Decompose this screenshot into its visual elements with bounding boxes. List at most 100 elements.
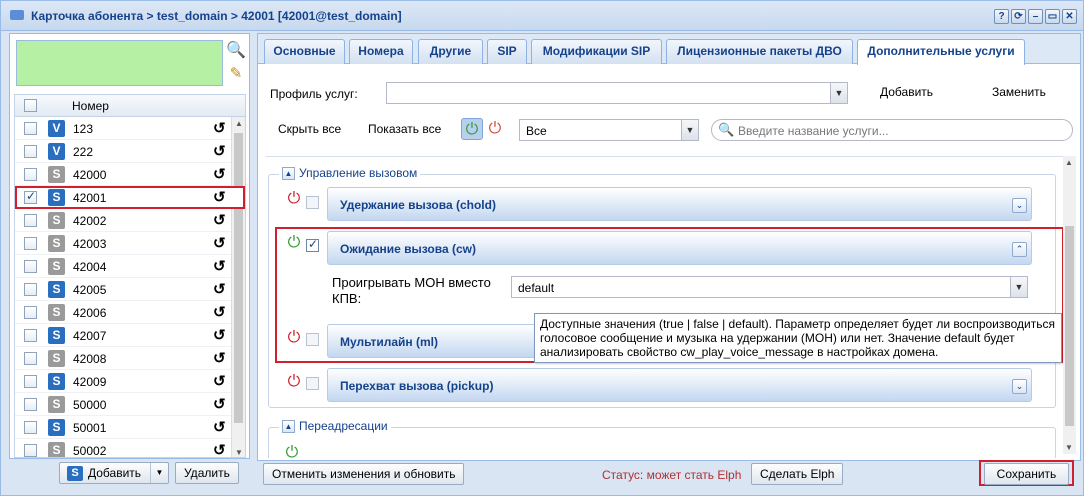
table-row[interactable]: S 42009 ↺ bbox=[15, 370, 245, 393]
table-row[interactable]: S 42004 ↺ bbox=[15, 255, 245, 278]
expand-icon[interactable]: ⌄ bbox=[1012, 198, 1027, 213]
history-icon[interactable]: ↺ bbox=[213, 395, 226, 413]
row-checkbox[interactable] bbox=[24, 122, 37, 135]
history-icon[interactable]: ↺ bbox=[213, 349, 226, 367]
table-row[interactable]: S 42007 ↺ bbox=[15, 324, 245, 347]
tab-license-packages[interactable]: Лицензионные пакеты ДВО bbox=[666, 39, 853, 64]
history-icon[interactable]: ↺ bbox=[213, 257, 226, 275]
chevron-down-icon[interactable]: ▼ bbox=[681, 120, 698, 140]
table-row[interactable]: S 42003 ↺ bbox=[15, 232, 245, 255]
row-checkbox[interactable] bbox=[24, 375, 37, 388]
history-icon[interactable]: ↺ bbox=[213, 165, 226, 183]
chevron-down-icon[interactable]: ▼ bbox=[150, 463, 168, 483]
history-icon[interactable]: ↺ bbox=[213, 142, 226, 160]
row-checkbox[interactable] bbox=[24, 189, 37, 204]
replace-profile-button[interactable]: Заменить bbox=[992, 85, 1046, 99]
add-profile-button[interactable]: Добавить bbox=[880, 85, 933, 99]
chevron-down-icon[interactable]: ▼ bbox=[830, 83, 847, 103]
row-checkbox[interactable] bbox=[24, 444, 37, 457]
scroll-thumb[interactable] bbox=[234, 133, 243, 423]
row-checkbox[interactable] bbox=[24, 329, 37, 342]
power-on-icon[interactable]: ⏻ bbox=[283, 444, 301, 458]
ml-power-icon[interactable]: ⏻ bbox=[285, 329, 303, 347]
service-cw[interactable]: Ожидание вызова (cw) ⌃ bbox=[327, 231, 1032, 265]
service-search-input[interactable]: 🔍 Введите название услуги... bbox=[711, 119, 1073, 141]
table-row[interactable]: V 123 ↺ bbox=[15, 117, 245, 140]
status-filter-select[interactable]: Все ▼ bbox=[519, 119, 699, 141]
history-icon[interactable]: ↺ bbox=[213, 119, 226, 137]
services-scrollbar[interactable]: ▲ ▼ bbox=[1063, 156, 1076, 454]
table-row[interactable]: V 222 ↺ bbox=[15, 140, 245, 163]
table-row[interactable]: S 42000 ↺ bbox=[15, 163, 245, 186]
tab-numbers[interactable]: Номера bbox=[349, 39, 413, 64]
select-all-checkbox[interactable] bbox=[24, 99, 37, 112]
make-elph-button[interactable]: Сделать Elph bbox=[751, 463, 844, 485]
refresh-icon[interactable]: ⟳ bbox=[1011, 9, 1026, 24]
row-checkbox[interactable] bbox=[24, 421, 37, 434]
expand-icon[interactable]: ⌄ bbox=[1012, 379, 1027, 394]
scroll-up-icon[interactable]: ▲ bbox=[1065, 158, 1073, 167]
save-button[interactable]: Сохранить bbox=[984, 463, 1069, 485]
minimize-icon[interactable]: – bbox=[1028, 9, 1043, 24]
tab-sip-modifications[interactable]: Модификации SIP bbox=[531, 39, 662, 64]
table-row[interactable]: S 50002 ↺ bbox=[15, 439, 245, 457]
list-scrollbar[interactable]: ▲ ▼ bbox=[231, 117, 245, 457]
row-checkbox[interactable] bbox=[24, 145, 37, 158]
history-icon[interactable]: ↺ bbox=[213, 303, 226, 321]
scroll-up-icon[interactable]: ▲ bbox=[235, 119, 243, 128]
history-icon[interactable]: ↺ bbox=[213, 372, 226, 390]
row-checkbox[interactable] bbox=[24, 398, 37, 411]
pickup-power-icon[interactable]: ⏻ bbox=[285, 373, 303, 391]
chold-checkbox[interactable] bbox=[306, 196, 319, 209]
row-checkbox[interactable] bbox=[24, 237, 37, 250]
chold-power-icon[interactable]: ⏻ bbox=[285, 190, 303, 208]
collapse-icon[interactable]: ▲ bbox=[282, 419, 295, 433]
ml-checkbox[interactable] bbox=[306, 333, 319, 346]
filter-area[interactable] bbox=[16, 40, 223, 86]
pencil-icon[interactable]: ✎ bbox=[226, 64, 246, 84]
service-pickup[interactable]: Перехват вызова (pickup) ⌄ bbox=[327, 368, 1032, 402]
history-icon[interactable]: ↺ bbox=[213, 280, 226, 298]
cancel-and-refresh-button[interactable]: Отменить изменения и обновить bbox=[263, 463, 465, 485]
cw-checkbox[interactable] bbox=[306, 237, 319, 252]
table-row[interactable]: S 42001 ↺ bbox=[15, 186, 245, 209]
tab-other[interactable]: Другие bbox=[418, 39, 483, 64]
search-icon[interactable]: 🔍 bbox=[226, 40, 246, 60]
row-checkbox[interactable] bbox=[24, 352, 37, 365]
history-icon[interactable]: ↺ bbox=[213, 326, 226, 344]
scroll-thumb[interactable] bbox=[1065, 226, 1074, 426]
scroll-down-icon[interactable]: ▼ bbox=[235, 448, 243, 457]
table-row[interactable]: S 42002 ↺ bbox=[15, 209, 245, 232]
row-checkbox[interactable] bbox=[24, 168, 37, 181]
table-row[interactable]: S 50001 ↺ bbox=[15, 416, 245, 439]
tab-additional-services[interactable]: Дополнительные услуги bbox=[857, 39, 1025, 65]
history-icon[interactable]: ↺ bbox=[213, 234, 226, 252]
row-checkbox[interactable] bbox=[24, 260, 37, 273]
tab-main[interactable]: Основные bbox=[264, 39, 345, 64]
cw-moh-select[interactable]: default ▼ bbox=[511, 276, 1028, 298]
row-checkbox[interactable] bbox=[24, 283, 37, 296]
pickup-checkbox[interactable] bbox=[306, 377, 319, 390]
number-column-header[interactable]: Номер bbox=[72, 99, 109, 113]
table-row[interactable]: S 42006 ↺ bbox=[15, 301, 245, 324]
maximize-icon[interactable]: ▭ bbox=[1045, 9, 1060, 24]
history-icon[interactable]: ↺ bbox=[213, 211, 226, 229]
table-row[interactable]: S 42008 ↺ bbox=[15, 347, 245, 370]
history-icon[interactable]: ↺ bbox=[213, 188, 226, 206]
table-row[interactable]: S 42005 ↺ bbox=[15, 278, 245, 301]
scroll-down-icon[interactable]: ▼ bbox=[1065, 443, 1073, 452]
profile-select[interactable]: ▼ bbox=[386, 82, 848, 104]
row-checkbox[interactable] bbox=[24, 306, 37, 319]
chevron-down-icon[interactable]: ▼ bbox=[1010, 277, 1027, 297]
show-all-button[interactable]: Показать все bbox=[368, 122, 441, 136]
tab-sip[interactable]: SIP bbox=[487, 39, 527, 64]
help-icon[interactable]: ? bbox=[994, 9, 1009, 24]
add-subscriber-button[interactable]: S Добавить ▼ bbox=[59, 462, 169, 484]
delete-subscriber-button[interactable]: Удалить bbox=[175, 462, 239, 484]
hide-all-button[interactable]: Скрыть все bbox=[278, 122, 341, 136]
history-icon[interactable]: ↺ bbox=[213, 418, 226, 436]
cw-power-icon[interactable]: ⏻ bbox=[285, 234, 303, 252]
history-icon[interactable]: ↺ bbox=[213, 441, 226, 457]
service-chold[interactable]: Удержание вызова (chold) ⌄ bbox=[327, 187, 1032, 221]
row-checkbox[interactable] bbox=[24, 214, 37, 227]
